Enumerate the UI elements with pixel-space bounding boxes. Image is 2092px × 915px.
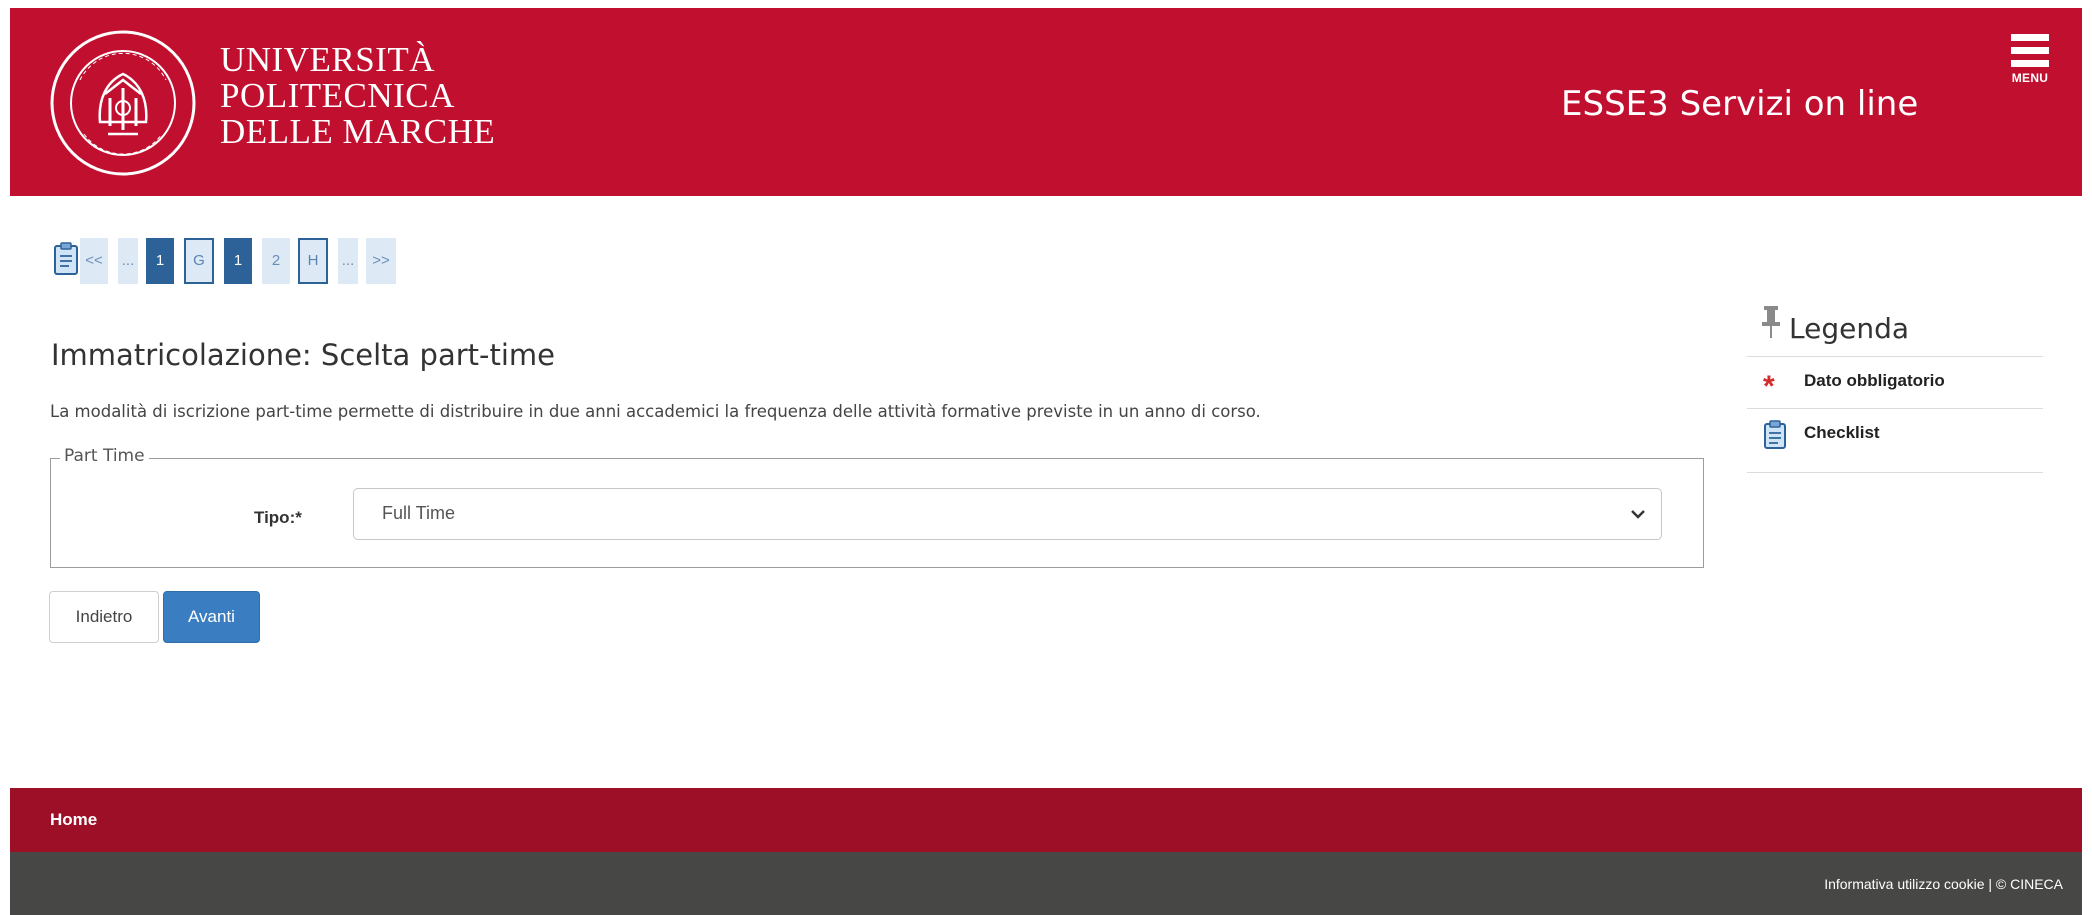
logo-line-3: DELLE MARCHE	[220, 112, 496, 151]
university-seal-logo[interactable]	[50, 30, 196, 176]
checklist-icon	[1764, 420, 1786, 449]
divider	[1747, 472, 2043, 473]
back-button[interactable]: Indietro	[49, 591, 159, 643]
footer-bar: Informativa utilizzo cookie | © CINECA	[10, 852, 2082, 915]
pager-current-step[interactable]: 1	[224, 238, 252, 284]
logo-line-2: POLITECNICA	[220, 76, 455, 115]
logo-line-1: UNIVERSITÀ	[220, 40, 435, 79]
pager-ellipsis: ...	[118, 238, 138, 284]
pushpin-icon	[1762, 306, 1780, 338]
pager-ellipsis: ...	[338, 238, 358, 284]
pager-step[interactable]: G	[184, 238, 214, 284]
pager-step[interactable]: 1	[146, 238, 174, 284]
legend-item-label: Checklist	[1804, 423, 1880, 442]
menu-button[interactable]: MENU	[2002, 34, 2058, 114]
site-header: UNIVERSITÀ POLITECNICA DELLE MARCHE ESSE…	[10, 8, 2082, 196]
legend-item-required: * Dato obbligatorio	[1747, 360, 2043, 410]
university-name-logo[interactable]: UNIVERSITÀ POLITECNICA DELLE MARCHE	[220, 42, 495, 150]
tipo-label: Tipo:*	[254, 508, 302, 527]
hamburger-icon	[2002, 34, 2058, 67]
service-title: ESSE3 Servizi on line	[1561, 84, 1919, 124]
pager-step[interactable]: H	[298, 238, 328, 284]
menu-label: MENU	[2011, 71, 2049, 85]
asterisk-icon: *	[1763, 370, 1775, 403]
tipo-select[interactable]: Full Time	[353, 488, 1662, 540]
legend-title: Legenda	[1789, 312, 1910, 345]
divider	[1747, 408, 2043, 409]
divider	[1747, 356, 2043, 357]
intro-text: La modalità di iscrizione part-time perm…	[50, 402, 1261, 421]
chevron-down-icon	[1631, 510, 1645, 519]
pager-step[interactable]: 2	[262, 238, 290, 284]
home-link[interactable]: Home	[50, 810, 97, 830]
legend-item-checklist: Checklist	[1747, 412, 2043, 462]
legend-item-label: Dato obbligatorio	[1804, 371, 1945, 390]
checklist-icon[interactable]	[52, 242, 82, 278]
cookie-policy-link[interactable]: Informativa utilizzo cookie | © CINECA	[1824, 876, 2063, 892]
next-button[interactable]: Avanti	[163, 591, 260, 643]
footer-nav: Home	[10, 788, 2082, 852]
tipo-selected-value: Full Time	[382, 503, 456, 523]
page-title: Immatricolazione: Scelta part-time	[51, 338, 555, 372]
pager-first[interactable]: <<	[80, 238, 108, 284]
fieldset-legend: Part Time	[60, 446, 149, 466]
pager-last[interactable]: >>	[366, 238, 396, 284]
